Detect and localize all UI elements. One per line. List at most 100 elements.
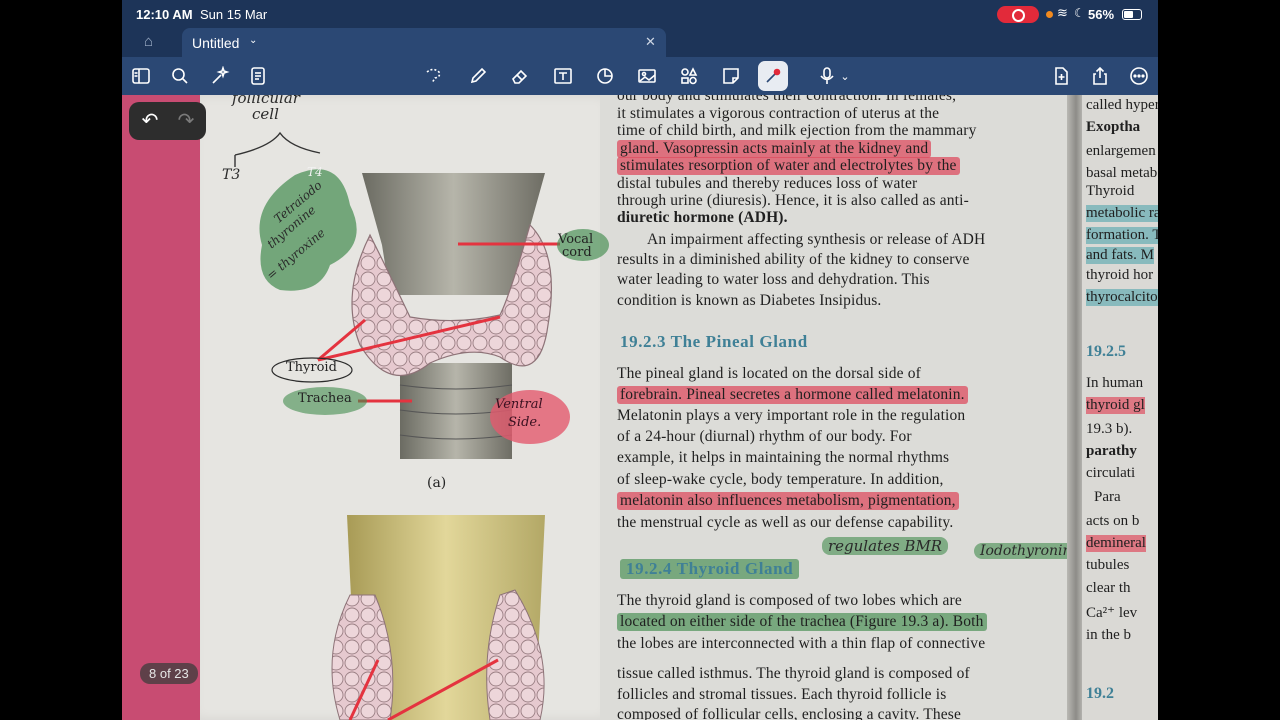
chevron-down-icon[interactable]: ⌄ xyxy=(838,63,852,89)
text-line: In human xyxy=(1086,375,1144,391)
text-line: forebrain. Pineal secretes a hormone cal… xyxy=(617,386,968,404)
screen-recording-icon[interactable] xyxy=(997,6,1039,23)
text-line: diuretic hormone (ADH). xyxy=(617,209,788,226)
wifi-icon: ≋ xyxy=(1057,5,1068,20)
text-line: water leading to water loss and dehydrat… xyxy=(617,271,930,288)
note-ventral: Ventral xyxy=(495,397,543,412)
text-line: our body and stimulates their contractio… xyxy=(617,95,957,104)
text-line: and fats. M xyxy=(1086,247,1154,264)
text-line: tubules xyxy=(1086,557,1130,573)
chevron-down-icon[interactable]: ⌄ xyxy=(249,35,257,46)
text-line: time of child birth, and milk ejection f… xyxy=(617,122,977,139)
text-line: The thyroid gland is composed of two lob… xyxy=(617,592,962,609)
section-heading: 19.2 xyxy=(1086,685,1114,702)
more-options-icon[interactable] xyxy=(1126,63,1152,89)
battery-icon xyxy=(1122,9,1142,20)
share-icon[interactable] xyxy=(1087,63,1113,89)
text-line: called hyper xyxy=(1086,97,1158,113)
text-line: thyroid hor xyxy=(1086,267,1154,283)
status-time: 12:10 AM xyxy=(136,7,193,22)
text-line: condition is known as Diabetes Insipidus… xyxy=(617,292,882,309)
text-line: composed of follicular cells, enclosing … xyxy=(617,706,961,720)
sidebar-toggle-icon[interactable] xyxy=(128,63,154,89)
text-line: thyroid gl xyxy=(1086,397,1145,414)
status-date: Sun 15 Mar xyxy=(200,7,268,22)
pen-icon[interactable] xyxy=(465,63,491,89)
text-line: the menstrual cycle as well as our defen… xyxy=(617,514,954,531)
image-icon[interactable] xyxy=(634,63,660,89)
text-line: thyrocalcito xyxy=(1086,289,1158,306)
text-line: circulati xyxy=(1086,465,1136,481)
thyroid-diagram xyxy=(234,131,609,720)
text-line: of a 24-hour (diurnal) rhythm of our bod… xyxy=(617,428,912,445)
text-line: through urine (diuresis). Hence, it is a… xyxy=(617,192,969,209)
ipad-screen: 12:10 AM Sun 15 Mar ≋ ☾ 56% ⌂ Untitled ⌄… xyxy=(122,0,1158,720)
status-bar: 12:10 AM Sun 15 Mar ≋ ☾ 56% xyxy=(122,0,1158,28)
label-thyroid: Thyroid xyxy=(286,360,337,375)
text-line: results in a diminished ability of the k… xyxy=(617,251,970,268)
text-line: stimulates resorption of water and elect… xyxy=(617,157,960,175)
text-line: the lobes are interconnected with a thin… xyxy=(617,635,986,652)
text-line: enlargemen xyxy=(1086,143,1156,159)
eraser-icon[interactable] xyxy=(507,63,533,89)
text-line: Para xyxy=(1094,489,1121,505)
undo-icon[interactable]: ↶ xyxy=(137,108,163,134)
add-page-icon[interactable] xyxy=(1048,63,1074,89)
undo-redo-panel: ↶ ↷ xyxy=(129,102,206,140)
text-line: An impairment affecting synthesis or rel… xyxy=(647,231,986,248)
tab-untitled[interactable]: Untitled ⌄ ✕ xyxy=(182,28,666,57)
redo-icon[interactable]: ↷ xyxy=(173,108,199,134)
text-line: Ca²⁺ lev xyxy=(1086,605,1138,621)
text-line: acts on b xyxy=(1086,513,1140,529)
text-line: it stimulates a vigorous contraction of … xyxy=(617,105,940,122)
text-line: tissue called isthmus. The thyroid gland… xyxy=(617,665,970,682)
ai-sparkle-icon[interactable] xyxy=(207,63,233,89)
close-tab-icon[interactable]: ✕ xyxy=(645,34,656,50)
text-line: 19.3 b). xyxy=(1086,421,1133,437)
next-textbook-page: called hyper Exoptha enlargemen basal me… xyxy=(1082,95,1158,720)
text-line: located on either side of the trachea (F… xyxy=(617,613,987,631)
sticky-note-icon[interactable] xyxy=(718,63,744,89)
laser-pointer-icon[interactable] xyxy=(758,61,788,91)
note-side: Side. xyxy=(508,415,542,430)
microphone-icon[interactable] xyxy=(814,63,840,89)
label-trachea: Trachea xyxy=(298,391,352,406)
lasso-icon[interactable] xyxy=(420,63,446,89)
mic-indicator-icon xyxy=(1046,11,1053,18)
home-icon[interactable]: ⌂ xyxy=(144,33,153,50)
text-line: example, it helps in maintaining the nor… xyxy=(617,449,950,466)
search-icon[interactable] xyxy=(167,63,193,89)
text-line: Exoptha xyxy=(1086,119,1141,135)
label-cord: cord xyxy=(562,245,592,260)
figure-label-a: (a) xyxy=(427,475,447,491)
document-page[interactable]: follicular cell T3 T4 Tetraiodo thyronin… xyxy=(122,95,1158,720)
toolbar: ⌄ xyxy=(122,57,1158,95)
section-heading: 19.2.5 xyxy=(1086,343,1126,360)
text-line: Thyroid xyxy=(1086,183,1135,199)
section-heading-thyroid: 19.2.4 Thyroid Gland xyxy=(620,559,800,579)
text-line: demineral xyxy=(1086,535,1146,552)
elements-icon[interactable] xyxy=(676,63,702,89)
text-line: clear th xyxy=(1086,580,1131,596)
note-t3: T3 xyxy=(222,167,241,183)
margin-note-bmr: regulates BMR xyxy=(822,537,949,555)
text-line: Melatonin plays a very important role in… xyxy=(617,407,966,424)
page-indicator: 8 of 23 xyxy=(140,663,198,684)
focus-moon-icon: ☾ xyxy=(1074,6,1085,20)
text-line: parathy xyxy=(1086,443,1137,459)
text-line: in the b xyxy=(1086,627,1131,643)
text-line: follicles and stromal tissues. Each thyr… xyxy=(617,686,947,703)
section-heading-pineal: 19.2.3 The Pineal Gland xyxy=(620,332,808,351)
tab-title: Untitled xyxy=(192,35,240,51)
document-icon[interactable] xyxy=(245,63,271,89)
text-line: of sleep-wake cycle, body temperature. I… xyxy=(617,471,944,488)
text-box-icon[interactable] xyxy=(550,63,576,89)
tab-bar: ⌂ Untitled ⌄ ✕ xyxy=(122,28,1158,57)
text-line: melatonin also influences metabolism, pi… xyxy=(617,492,959,510)
text-line: The pineal gland is located on the dorsa… xyxy=(617,365,921,382)
shapes-icon[interactable] xyxy=(592,63,618,89)
text-line: basal metab xyxy=(1086,165,1158,181)
text-line: metabolic ra xyxy=(1086,205,1158,222)
text-line: gland. Vasopressin acts mainly at the ki… xyxy=(617,140,932,158)
text-line: formation. T xyxy=(1086,227,1158,244)
